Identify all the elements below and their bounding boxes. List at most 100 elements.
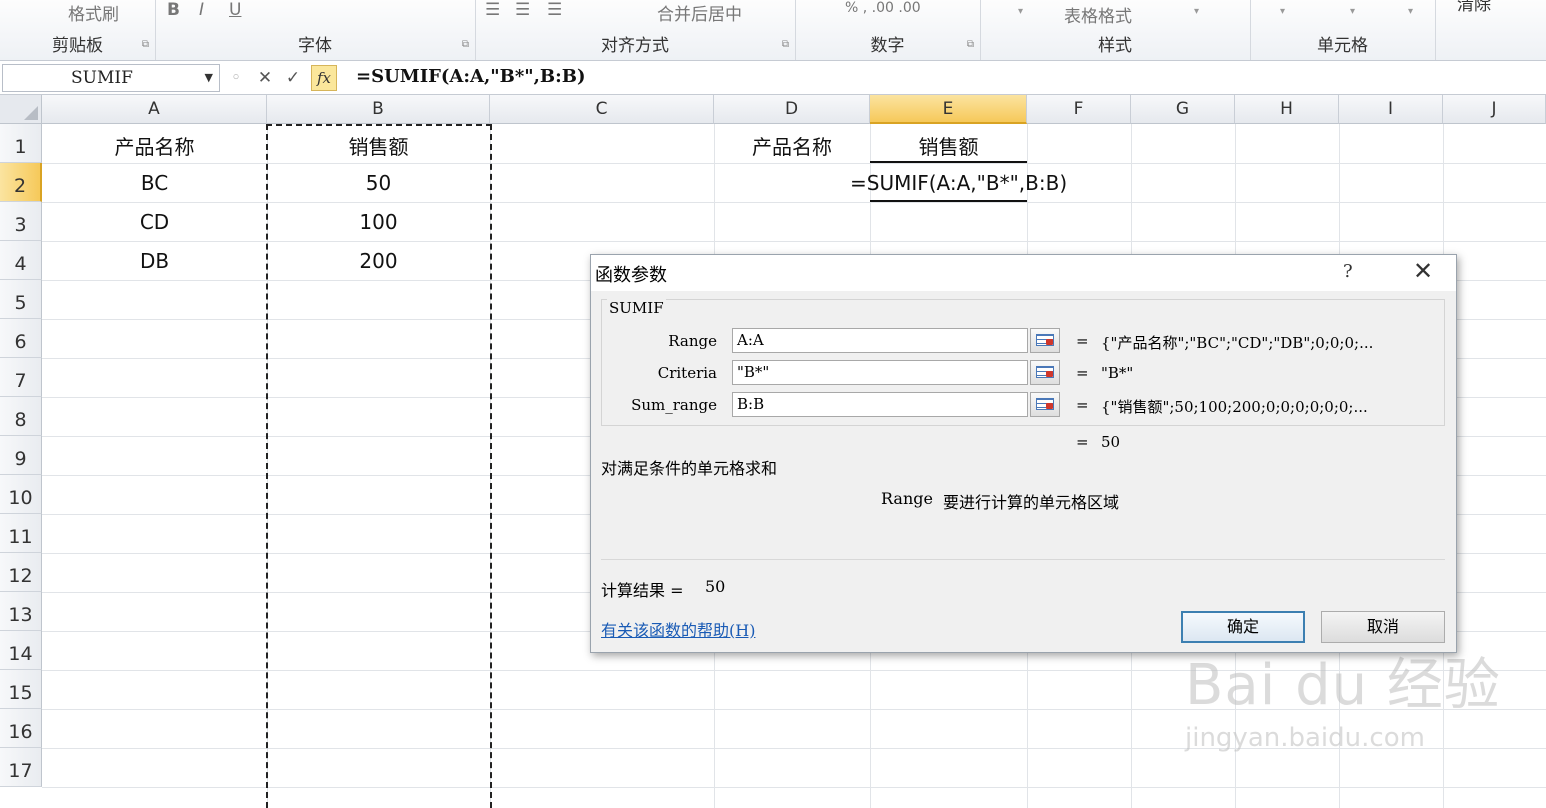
row-header-8[interactable]: 8 — [0, 397, 42, 436]
range-result: {"产品名称";"BC";"CD";"DB";0;0;0;... — [1101, 334, 1374, 352]
row-header-6[interactable]: 6 — [0, 319, 42, 358]
row-header-15[interactable]: 15 — [0, 670, 42, 709]
number-format-icons[interactable]: % , .00 .00 — [845, 0, 921, 16]
param-label-sum-range: Sum_range — [631, 396, 717, 414]
ok-button[interactable]: 确定 — [1181, 611, 1305, 643]
ribbon-group-label: 样式 — [1098, 36, 1132, 56]
dialog-titlebar[interactable]: 函数参数 ? ✕ — [591, 255, 1456, 291]
merge-center-button[interactable]: 合并后居中 — [657, 0, 742, 25]
dialog-launcher-icon[interactable]: ⧉ — [142, 39, 149, 50]
chevron-down-icon[interactable]: ▾ — [1194, 6, 1199, 17]
watermark-url: jingyan.baidu.com — [1185, 723, 1425, 753]
ribbon-group-clipboard: 格式刷 剪贴板 ⧉ — [0, 0, 156, 60]
ribbon-group-editing: 清除 — [1435, 0, 1546, 60]
column-header-g[interactable]: G — [1131, 95, 1235, 124]
calc-result-label: 计算结果 = — [601, 581, 684, 600]
row-header-14[interactable]: 14 — [0, 631, 42, 670]
sum-range-input[interactable]: B:B — [732, 392, 1028, 417]
column-header-a[interactable]: A — [42, 95, 267, 124]
name-box[interactable]: SUMIF ▼ — [2, 64, 220, 92]
chevron-down-icon[interactable]: ▾ — [1280, 6, 1285, 17]
column-header-c[interactable]: C — [490, 95, 714, 124]
column-header-e[interactable]: E — [870, 95, 1027, 124]
chevron-down-icon[interactable]: ▾ — [1408, 6, 1413, 17]
row-header-12[interactable]: 12 — [0, 553, 42, 592]
row-header-1[interactable]: 1 — [0, 124, 42, 163]
row-header-11[interactable]: 11 — [0, 514, 42, 553]
formula-input[interactable]: =SUMIF(A:A,"B*",B:B) — [356, 66, 586, 87]
ribbon-group-label: 剪贴板 — [52, 36, 103, 56]
row-header-16[interactable]: 16 — [0, 709, 42, 748]
row-header-10[interactable]: 10 — [0, 475, 42, 514]
function-arguments-dialog: 函数参数 ? ✕ SUMIF Range A:A = {"产品名称";"BC";… — [590, 254, 1457, 653]
close-icon[interactable]: ✕ — [1413, 257, 1433, 285]
function-help-link[interactable]: 有关该函数的帮助(H) — [601, 617, 755, 641]
chevron-down-icon[interactable]: ▾ — [1018, 6, 1023, 17]
function-description: 对满足条件的单元格求和 — [601, 459, 778, 478]
divider — [601, 559, 1445, 560]
table-format-button[interactable]: 表格格式 — [1064, 2, 1132, 27]
dialog-launcher-icon[interactable]: ⧉ — [782, 39, 789, 50]
ribbon-group-alignment: ☰ ☰ ☰ 合并后居中 对齐方式 ⧉ — [475, 0, 796, 60]
clear-button[interactable]: 清除 — [1457, 0, 1491, 15]
equals-sign: = — [1076, 332, 1089, 350]
format-painter-button[interactable]: 格式刷 — [68, 0, 119, 25]
formula-bar-handle-icon: ◦ — [230, 68, 242, 88]
cell-a3[interactable]: CD — [42, 210, 267, 234]
underline-icon[interactable]: U — [229, 0, 241, 20]
column-header-h[interactable]: H — [1235, 95, 1339, 124]
collapse-dialog-icon[interactable] — [1030, 392, 1060, 417]
cancel-button[interactable]: 取消 — [1321, 611, 1445, 643]
align-left-icon[interactable]: ☰ — [485, 0, 500, 20]
column-header-d[interactable]: D — [714, 95, 870, 124]
cell-e1[interactable]: 销售额 — [870, 131, 1027, 160]
range-input[interactable]: A:A — [732, 328, 1028, 353]
cell-a2[interactable]: BC — [42, 171, 267, 195]
baidu-watermark: Bai du 经验 jingyan.baidu.com — [1185, 640, 1501, 753]
align-center-icon[interactable]: ☰ — [515, 0, 530, 20]
collapse-dialog-icon[interactable] — [1030, 360, 1060, 385]
row-header-4[interactable]: 4 — [0, 241, 42, 280]
column-header-j[interactable]: J — [1443, 95, 1546, 124]
param-desc-name: Range — [881, 489, 933, 508]
italic-icon[interactable]: I — [199, 0, 204, 20]
column-header-i[interactable]: I — [1339, 95, 1443, 124]
dialog-launcher-icon[interactable]: ⧉ — [967, 39, 974, 50]
row-header-3[interactable]: 3 — [0, 202, 42, 241]
ribbon-group-styles: 表格格式 ▾ ▾ 样式 — [980, 0, 1251, 60]
equals-sign: = — [1076, 433, 1089, 451]
name-box-value: SUMIF — [71, 68, 133, 88]
dialog-launcher-icon[interactable]: ⧉ — [462, 39, 469, 50]
align-right-icon[interactable]: ☰ — [547, 0, 562, 20]
insert-function-button[interactable]: fx — [311, 65, 337, 91]
sum-range-result: {"销售额";50;100;200;0;0;0;0;0;0;... — [1101, 398, 1368, 416]
row-header-13[interactable]: 13 — [0, 592, 42, 631]
column-header-b[interactable]: B — [267, 95, 490, 124]
row-header-5[interactable]: 5 — [0, 280, 42, 319]
bold-icon[interactable]: B — [167, 0, 180, 20]
criteria-result: "B*" — [1101, 364, 1134, 382]
chevron-down-icon[interactable]: ▼ — [205, 71, 213, 84]
criteria-input[interactable]: "B*" — [732, 360, 1028, 385]
row-header-7[interactable]: 7 — [0, 358, 42, 397]
select-all-corner[interactable] — [0, 95, 42, 124]
column-header-f[interactable]: F — [1027, 95, 1131, 124]
cell-border — [870, 200, 1027, 202]
cell-e2-editing[interactable]: =SUMIF(A:A,"B*",B:B) — [850, 171, 1067, 195]
enter-icon[interactable]: ✓ — [282, 66, 304, 90]
cell-a1[interactable]: 产品名称 — [42, 131, 267, 160]
row-header-17[interactable]: 17 — [0, 748, 42, 787]
cell-d1[interactable]: 产品名称 — [714, 131, 870, 160]
formula-bar: SUMIF ▼ ◦ ✕ ✓ fx =SUMIF(A:A,"B*",B:B) — [0, 62, 1546, 95]
cancel-icon[interactable]: ✕ — [254, 66, 276, 90]
help-icon[interactable]: ? — [1343, 261, 1353, 282]
chevron-down-icon[interactable]: ▾ — [1350, 6, 1355, 17]
ribbon-group-label: 字体 — [298, 36, 332, 56]
row-header-2[interactable]: 2 — [0, 163, 42, 202]
row-header-9[interactable]: 9 — [0, 436, 42, 475]
total-result: 50 — [1101, 433, 1121, 451]
ribbon-group-cells: ▾ ▾ ▾ 单元格 — [1250, 0, 1436, 60]
collapse-dialog-icon[interactable] — [1030, 328, 1060, 353]
cell-a4[interactable]: DB — [42, 249, 267, 273]
function-name: SUMIF — [607, 299, 666, 317]
